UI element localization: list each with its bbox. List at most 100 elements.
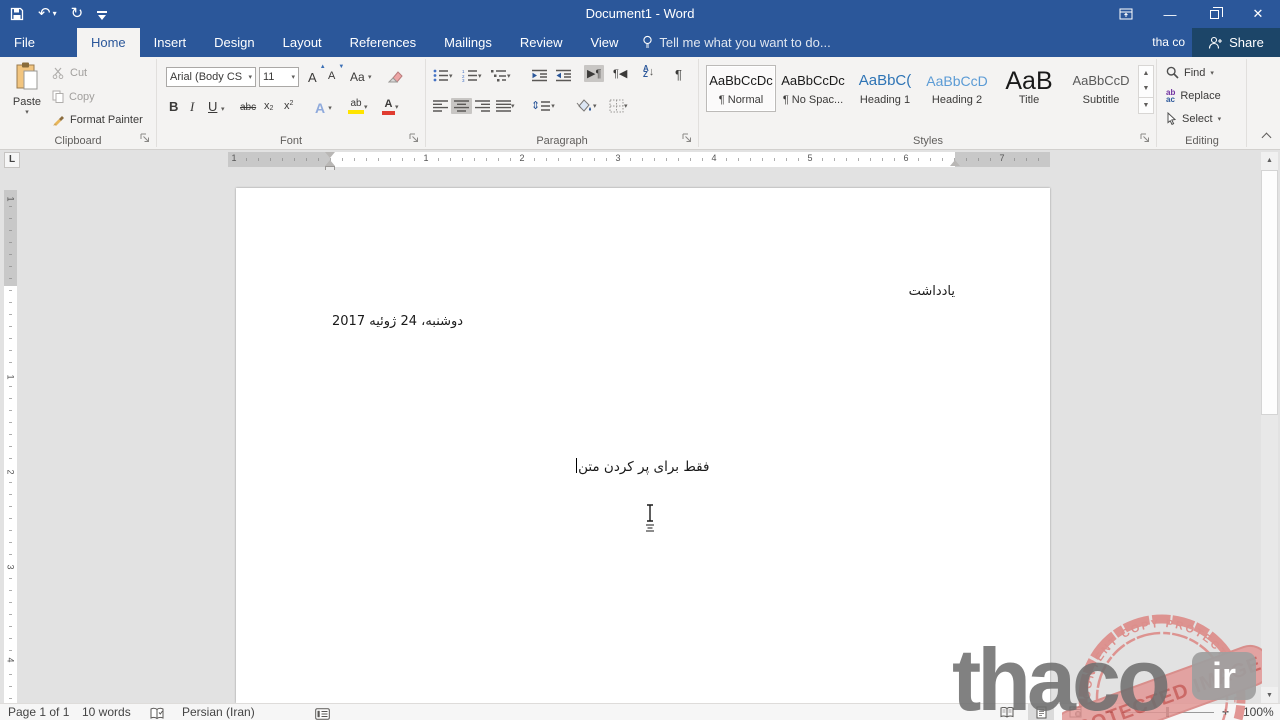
font-size-combo[interactable]: 11 ▾	[259, 67, 299, 87]
shrink-font-button[interactable]: A ▼	[325, 64, 344, 84]
styles-scroll-up-button[interactable]: ▲	[1139, 66, 1153, 81]
replace-button[interactable]: ab ac Replace	[1166, 88, 1221, 103]
style-normal[interactable]: AaBbCcDc ¶ Normal	[706, 65, 776, 112]
paste-dropdown-icon[interactable]: ▾	[6, 108, 48, 116]
styles-group: AaBbCcDc ¶ Normal AaBbCcDc ¶ No Spac... …	[700, 57, 1156, 149]
clipboard-group-label: Clipboard	[54, 135, 102, 147]
font-color-button[interactable]: A ▾	[379, 97, 402, 117]
find-label: Find	[1184, 66, 1206, 79]
align-right-button[interactable]	[472, 98, 493, 114]
language-status[interactable]: Persian (Iran)	[182, 704, 255, 720]
align-left-button[interactable]	[430, 98, 451, 114]
styles-scroll-down-button[interactable]: ▼	[1139, 81, 1153, 96]
scroll-down-button[interactable]: ▼	[1261, 687, 1278, 703]
style-preview: AaBbCcD	[926, 73, 988, 89]
shrink-font-glyph: A	[328, 70, 336, 82]
rtl-direction-button[interactable]: ¶◀	[610, 65, 630, 82]
scroll-up-button[interactable]: ▲	[1261, 152, 1278, 168]
font-name-dropdown-icon[interactable]: ▾	[248, 73, 252, 81]
tab-review[interactable]: Review	[506, 28, 577, 57]
keyboard-status-icon[interactable]	[315, 706, 330, 720]
styles-more-button[interactable]: ▼	[1139, 96, 1153, 113]
increase-indent-button[interactable]	[552, 67, 575, 84]
tab-stop-selector[interactable]: L	[4, 152, 20, 168]
justify-button[interactable]: ▾	[493, 98, 518, 114]
scrollbar-thumb[interactable]	[1261, 170, 1278, 415]
ltr-direction-button[interactable]: ▶¶	[584, 65, 605, 82]
right-indent-marker[interactable]	[950, 160, 960, 166]
font-size-dropdown-icon[interactable]: ▾	[291, 73, 295, 81]
tab-mailings[interactable]: Mailings	[430, 28, 506, 57]
tab-layout[interactable]: Layout	[269, 28, 336, 57]
page-count-status[interactable]: Page 1 of 1	[8, 704, 69, 720]
tab-insert[interactable]: Insert	[140, 28, 201, 57]
word-count-status[interactable]: 10 words	[82, 704, 131, 720]
align-center-button[interactable]	[451, 98, 472, 114]
ribbon-display-options-button[interactable]	[1104, 0, 1148, 28]
font-name-combo[interactable]: Arial (Body CS ▾	[166, 67, 256, 87]
doc-date-line: دوشنبه، 24 ژوئیه 2017	[332, 314, 464, 329]
paste-label: Paste	[12, 96, 42, 108]
tab-home[interactable]: Home	[76, 28, 140, 57]
sort-button[interactable]: AZ ↓	[640, 64, 657, 81]
style-heading2[interactable]: AaBbCcD Heading 2	[922, 65, 992, 112]
account-name[interactable]: tha co	[1152, 28, 1185, 57]
underline-button[interactable]: U	[205, 98, 220, 115]
highlight-button[interactable]: ab ▾	[345, 97, 371, 116]
cut-button[interactable]: Cut	[52, 67, 87, 79]
tab-references[interactable]: References	[336, 28, 430, 57]
document-page[interactable]: یادداشت دوشنبه، 24 ژوئیه 2017 فقط برای پ…	[236, 188, 1050, 703]
change-case-glyph: Aa	[350, 70, 365, 84]
change-case-button[interactable]: Aa ▾	[347, 68, 375, 86]
italic-button[interactable]: I	[187, 98, 197, 116]
line-spacing-lines-icon	[541, 100, 551, 111]
shading-button[interactable]: ▾	[572, 96, 600, 115]
ribbon-display-options-icon	[1119, 8, 1133, 20]
find-button[interactable]: Find ▾	[1166, 66, 1214, 79]
styles-dialog-launcher[interactable]	[1140, 133, 1151, 144]
share-button[interactable]: Share	[1192, 28, 1280, 57]
vertical-scrollbar[interactable]: ▲ ▼	[1261, 152, 1278, 703]
decrease-indent-button[interactable]	[528, 67, 551, 84]
bold-button[interactable]: B	[166, 98, 181, 115]
grow-font-button[interactable]: A ▲	[305, 64, 326, 87]
underline-dropdown-icon[interactable]: ▾	[221, 105, 225, 113]
tell-me-box[interactable]: Tell me what you want to do...	[642, 28, 831, 57]
tab-file[interactable]: File	[0, 28, 49, 57]
style-heading1[interactable]: AaBbC( Heading 1	[850, 65, 920, 112]
show-paragraph-marks-button[interactable]: ¶	[672, 65, 685, 84]
tab-design[interactable]: Design	[200, 28, 268, 57]
style-subtitle[interactable]: AaBbCcD Subtitle	[1066, 65, 1136, 112]
multilevel-list-button[interactable]: ▾	[488, 67, 514, 84]
text-effects-button[interactable]: A ▾	[312, 98, 335, 118]
ruler-number: 1	[5, 371, 16, 383]
font-dialog-launcher[interactable]	[409, 133, 420, 144]
bullets-button[interactable]: ▾	[430, 67, 456, 84]
increase-indent-icon	[556, 69, 571, 82]
select-button[interactable]: Select ▾	[1166, 112, 1221, 125]
proofing-status-icon[interactable]	[150, 706, 165, 720]
clear-formatting-button[interactable]	[385, 67, 406, 85]
minimize-button[interactable]: —	[1148, 0, 1192, 28]
ruler-ticks	[234, 158, 1044, 161]
style-no-spacing[interactable]: AaBbCcDc ¶ No Spac...	[778, 65, 848, 112]
style-title[interactable]: AaB Title	[994, 65, 1064, 112]
line-spacing-button[interactable]: ⇕ ▾	[528, 97, 558, 114]
paragraph-dialog-launcher[interactable]	[682, 133, 693, 144]
restore-button[interactable]	[1192, 0, 1236, 28]
superscript-button[interactable]: x2	[281, 99, 296, 113]
strikethrough-button[interactable]: abc	[237, 101, 259, 114]
first-line-indent-marker[interactable]	[325, 152, 335, 158]
copy-button[interactable]: Copy	[52, 90, 95, 103]
collapse-ribbon-button[interactable]	[1262, 131, 1270, 139]
tab-view[interactable]: View	[576, 28, 632, 57]
close-button[interactable]: ✕	[1236, 0, 1280, 28]
borders-button[interactable]: ▾	[606, 97, 631, 115]
align-center-icon	[454, 100, 469, 112]
clipboard-dialog-launcher[interactable]	[140, 133, 151, 144]
format-painter-button[interactable]: Format Painter	[52, 113, 143, 126]
numbering-button[interactable]: 123 ▾	[459, 67, 485, 84]
paste-button[interactable]: Paste ▾	[6, 62, 48, 132]
subscript-button[interactable]: x2	[261, 99, 276, 113]
scrollbar-track[interactable]	[1261, 415, 1278, 687]
